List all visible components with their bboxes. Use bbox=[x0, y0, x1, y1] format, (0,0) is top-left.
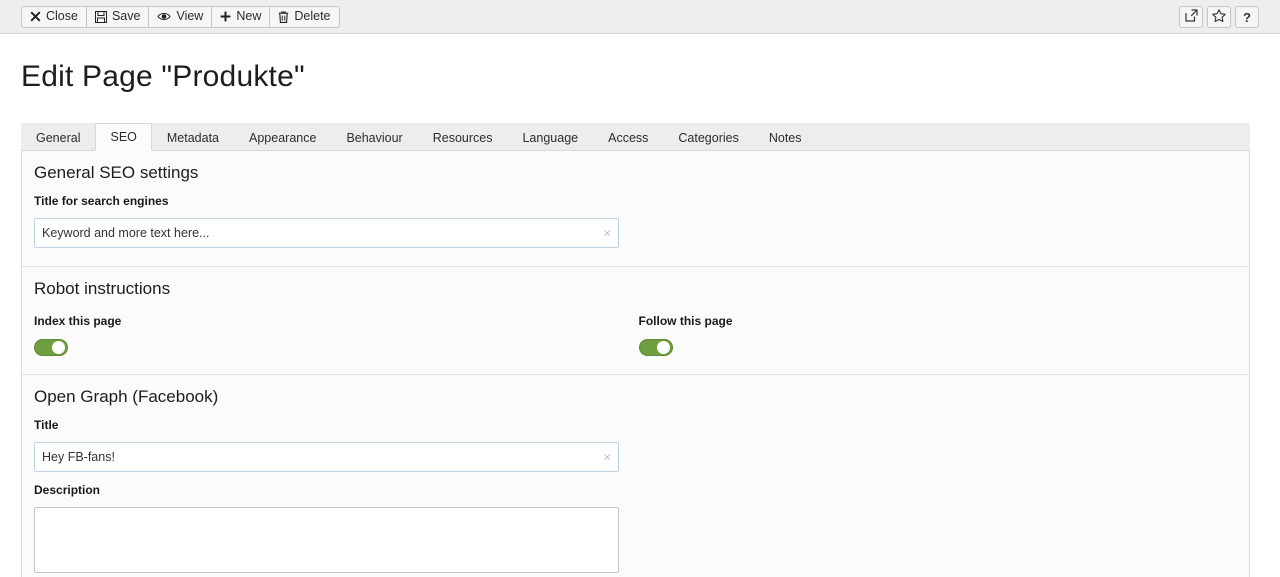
toggle-follow-this-page[interactable] bbox=[638, 339, 673, 356]
star-icon bbox=[1212, 9, 1226, 25]
search-title-input[interactable] bbox=[34, 218, 619, 248]
help-icon: ? bbox=[1243, 9, 1251, 25]
tab-metadata[interactable]: Metadata bbox=[152, 123, 234, 151]
view-button-label: View bbox=[176, 9, 204, 24]
seo-settings-panel: General SEO settings Title for search en… bbox=[21, 151, 1250, 577]
og-description-textarea[interactable] bbox=[34, 507, 619, 573]
top-toolbar: Close Save View New Delete ? bbox=[0, 0, 1280, 34]
og-title-input[interactable] bbox=[34, 442, 619, 472]
tab-general[interactable]: General bbox=[21, 123, 95, 151]
close-x-icon bbox=[30, 11, 41, 22]
follow-this-page-group: Follow this page bbox=[636, 303, 1238, 356]
label-og-title: Title bbox=[34, 418, 59, 432]
toggle-knob bbox=[656, 341, 670, 354]
label-index-this-page: Index this page bbox=[34, 314, 122, 328]
new-button-label: New bbox=[236, 9, 262, 24]
section-title-general-seo: General SEO settings bbox=[34, 163, 199, 182]
eye-icon bbox=[157, 11, 172, 22]
label-og-description: Description bbox=[34, 483, 101, 497]
tab-language[interactable]: Language bbox=[507, 123, 593, 151]
favorite-button[interactable] bbox=[1207, 6, 1231, 28]
robot-toggle-row: Index this page Follow this page bbox=[34, 303, 1237, 356]
clear-search-title-icon[interactable]: × bbox=[603, 227, 611, 240]
section-general-seo: General SEO settings Title for search en… bbox=[22, 151, 1249, 267]
field-og-description bbox=[34, 507, 619, 577]
delete-button-label: Delete bbox=[294, 9, 331, 24]
close-button[interactable]: Close bbox=[21, 5, 86, 28]
toolbar-right-group: ? bbox=[1179, 6, 1259, 28]
floppy-disk-icon bbox=[94, 10, 107, 23]
new-button[interactable]: New bbox=[211, 5, 270, 28]
field-title-for-search-engines: × bbox=[34, 218, 619, 248]
tab-seo[interactable]: SEO bbox=[95, 123, 152, 151]
toolbar-button-group: Close Save View New Delete bbox=[21, 5, 340, 28]
plus-icon bbox=[220, 11, 231, 22]
tab-appearance[interactable]: Appearance bbox=[234, 123, 331, 151]
tab-bar: General SEO Metadata Appearance Behaviou… bbox=[21, 123, 1250, 151]
page-title: Edit Page "Produkte" bbox=[21, 60, 305, 93]
tab-resources[interactable]: Resources bbox=[418, 123, 508, 151]
tab-notes[interactable]: Notes bbox=[754, 123, 817, 151]
index-this-page-group: Index this page bbox=[34, 303, 636, 356]
label-title-for-search-engines: Title for search engines bbox=[34, 194, 169, 208]
external-link-button[interactable] bbox=[1179, 6, 1203, 28]
save-button[interactable]: Save bbox=[85, 5, 149, 28]
field-og-title: × bbox=[34, 442, 619, 472]
close-button-label: Close bbox=[46, 9, 78, 24]
save-button-label: Save bbox=[111, 9, 141, 24]
clear-og-title-icon[interactable]: × bbox=[603, 451, 611, 464]
section-title-open-graph: Open Graph (Facebook) bbox=[34, 387, 219, 406]
external-link-icon bbox=[1184, 9, 1198, 25]
trash-icon bbox=[278, 10, 289, 23]
section-robot-instructions: Robot instructions Index this page Follo… bbox=[22, 267, 1249, 375]
delete-button[interactable]: Delete bbox=[269, 5, 340, 28]
tab-categories[interactable]: Categories bbox=[663, 123, 753, 151]
section-title-robot-instructions: Robot instructions bbox=[34, 279, 171, 298]
tab-behaviour[interactable]: Behaviour bbox=[331, 123, 417, 151]
help-button[interactable]: ? bbox=[1235, 6, 1259, 28]
section-open-graph: Open Graph (Facebook) Title × Descriptio… bbox=[22, 375, 1249, 577]
toggle-index-this-page[interactable] bbox=[34, 339, 68, 356]
view-button[interactable]: View bbox=[148, 5, 212, 28]
label-follow-this-page: Follow this page bbox=[638, 314, 733, 328]
toggle-knob bbox=[52, 341, 65, 354]
tab-access[interactable]: Access bbox=[593, 123, 663, 151]
